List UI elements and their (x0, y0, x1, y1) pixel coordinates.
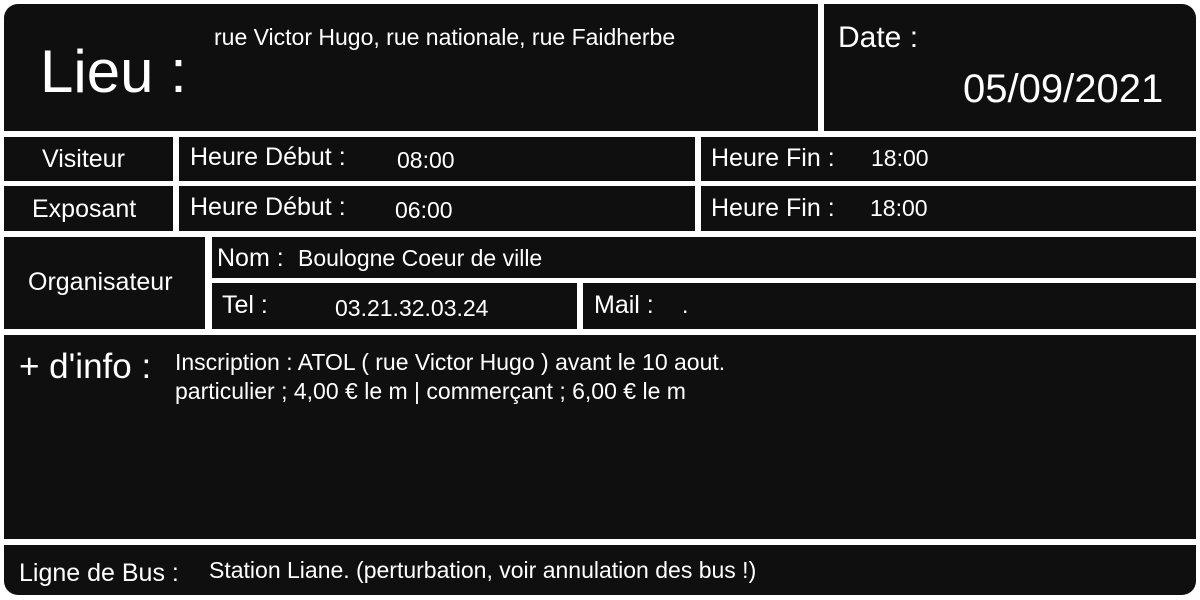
info-line-2: particulier ; 4,00 € le m | commerçant ;… (175, 378, 686, 404)
date-label: Date : (838, 21, 919, 54)
bus-label: Ligne de Bus : (19, 559, 179, 587)
visiteur-debut-label: Heure Début : (190, 143, 346, 171)
organisateur-label: Organisateur (28, 268, 173, 296)
divider (4, 539, 1196, 545)
divider (4, 131, 1196, 137)
organisateur-tel-value: 03.21.32.03.24 (335, 295, 489, 321)
divider (4, 329, 1196, 335)
divider (212, 278, 1196, 283)
exposant-debut-label: Heure Début : (190, 193, 346, 221)
divider (695, 131, 701, 231)
info-label: + d'info : (19, 347, 152, 386)
lieu-label: Lieu : (40, 38, 187, 105)
organisateur-nom-value: Boulogne Coeur de ville (298, 245, 543, 271)
exposant-debut-value: 06:00 (395, 197, 453, 223)
divider (4, 231, 1196, 237)
divider (818, 4, 824, 131)
organisateur-mail-value: . (682, 292, 689, 318)
bus-value: Station Liane. (perturbation, voir annul… (209, 557, 757, 583)
divider (173, 131, 179, 231)
organisateur-nom-label: Nom : (217, 244, 284, 272)
date-value: 05/09/2021 (963, 67, 1164, 111)
visiteur-label: Visiteur (42, 145, 125, 173)
exposant-fin-value: 18:00 (870, 195, 928, 221)
lieu-value: rue Victor Hugo, rue nationale, rue Faid… (214, 24, 676, 50)
divider (4, 181, 1196, 186)
exposant-label: Exposant (32, 195, 137, 223)
visiteur-fin-value: 18:00 (871, 145, 929, 171)
visiteur-fin-label: Heure Fin : (711, 144, 835, 172)
organisateur-tel-label: Tel : (222, 291, 268, 319)
info-line-1: Inscription : ATOL ( rue Victor Hugo ) a… (175, 349, 726, 375)
exposant-fin-label: Heure Fin : (711, 194, 835, 222)
divider (205, 231, 212, 329)
organisateur-mail-label: Mail : (594, 291, 654, 319)
divider (577, 283, 583, 329)
event-card: Lieu : rue Victor Hugo, rue nationale, r… (4, 4, 1196, 595)
visiteur-debut-value: 08:00 (397, 147, 455, 173)
